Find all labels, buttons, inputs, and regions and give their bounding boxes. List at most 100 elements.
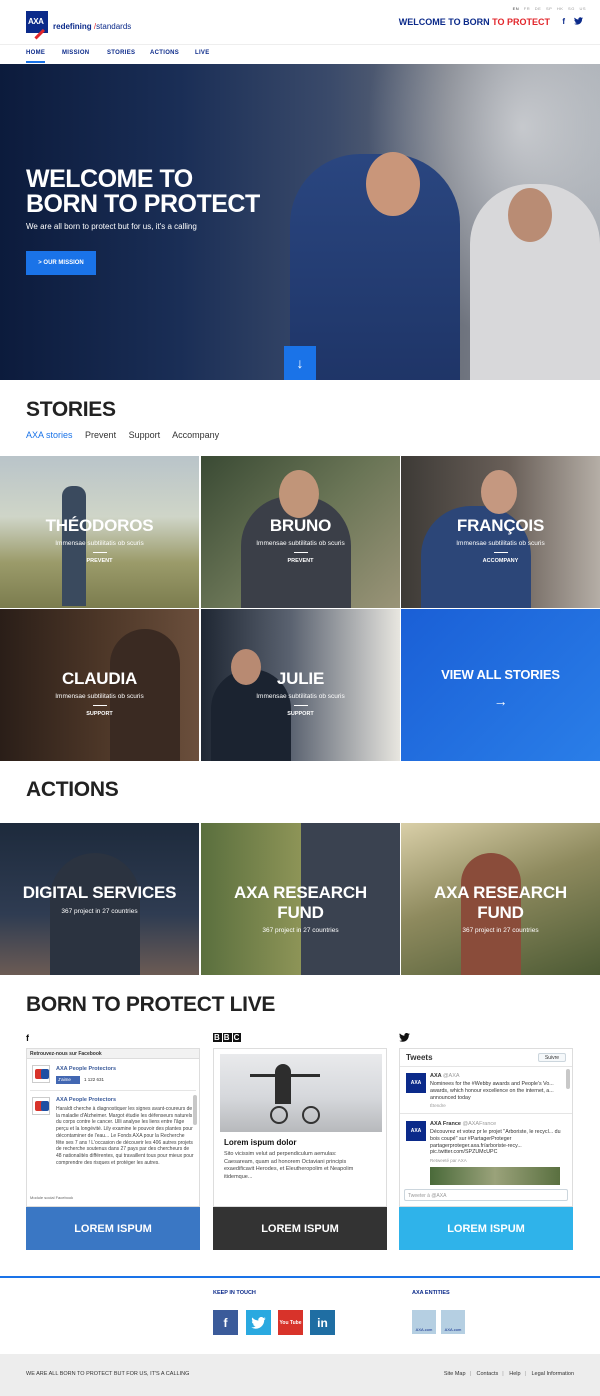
twitter-icon[interactable] — [574, 17, 583, 27]
action-name-line2: FUND — [277, 903, 324, 922]
facebook-icon[interactable]: f — [562, 17, 565, 26]
story-tile-francois[interactable]: FRANÇOIS Immensae subtilitatis ob scuris… — [401, 456, 600, 608]
action-desc: 367 project in 27 countries — [61, 908, 138, 915]
tweet1-expand[interactable]: Étendre — [430, 1103, 446, 1108]
story-tile-claudia[interactable]: CLAUDIA Immensae subtilitatis ob scuris … — [0, 609, 199, 761]
youtube-social-icon[interactable]: You Tube — [278, 1310, 303, 1335]
story-tag: ACCOMPANY — [482, 558, 519, 564]
story-desc: Immensae subtilitatis ob scuris — [55, 540, 144, 547]
nav-live[interactable]: LIVE — [195, 50, 210, 56]
twitter-social-icon[interactable] — [246, 1310, 271, 1335]
header: AXA redefining /standards EN FR DE SP HK… — [0, 0, 600, 44]
story-name: BRUNO — [269, 516, 332, 535]
stories-title: STORIES — [26, 398, 116, 421]
follow-button[interactable]: Suivre — [538, 1053, 566, 1062]
action-tile-research-fund-2[interactable]: AXA RESEARCH FUND 367 project in 27 coun… — [401, 823, 600, 975]
story-name: FRANÇOIS — [456, 516, 545, 535]
story-desc: Immensae subtilitatis ob scuris — [456, 540, 545, 547]
filter-support[interactable]: Support — [129, 430, 161, 440]
twitter-icon — [399, 1032, 410, 1044]
page-name[interactable]: AXA People Protectors — [56, 1066, 116, 1072]
keep-in-touch-label: KEEP IN TOUCH — [213, 1290, 256, 1296]
facebook-widget[interactable]: Retrouvez-nous sur Facebook AXA People P… — [26, 1048, 200, 1207]
post-author[interactable]: AXA People Protectors — [56, 1097, 116, 1103]
bbc-lorem-button[interactable]: LOREM ISPUM — [213, 1207, 387, 1250]
page-avatar — [32, 1065, 50, 1083]
tweet1-author[interactable]: AXA @AXA — [430, 1073, 460, 1079]
filter-axa-stories[interactable]: AXA stories — [26, 430, 73, 440]
header-title: WELCOME TO BORN TO PROTECT — [399, 17, 550, 27]
facebook-social-icon[interactable]: f — [213, 1310, 238, 1335]
nav-actions[interactable]: ACTIONS — [150, 50, 179, 56]
nav-home[interactable]: HOME — [26, 50, 46, 63]
bbc-text: Sito vicissim velut ad perpendiculum aem… — [224, 1151, 354, 1180]
tweet2-image — [430, 1167, 560, 1185]
nav-mission[interactable]: MISSION — [62, 50, 89, 56]
story-tag: SUPPORT — [86, 711, 113, 717]
footer-copyright: WE ARE ALL BORN TO PROTECT BUT FOR US, I… — [26, 1371, 190, 1377]
story-tag: PREVENT — [86, 558, 113, 564]
footer-link-site-map[interactable]: Site Map — [444, 1371, 466, 1377]
scroll-down-arrow-icon[interactable]: ↓ — [284, 346, 316, 380]
logo-text: AXA — [28, 17, 44, 26]
story-tile-bruno[interactable]: BRUNO Immensae subtilitatis ob scuris PR… — [201, 456, 400, 608]
axa-logo[interactable]: AXA — [26, 11, 48, 40]
filter-accompany[interactable]: Accompany — [172, 430, 219, 440]
tweet-input[interactable]: Tweeter à @AXA — [404, 1189, 568, 1201]
footer-link-legal[interactable]: Legal Information — [532, 1371, 575, 1377]
lang-hk[interactable]: HK — [557, 6, 564, 11]
facebook-lorem-button[interactable]: LOREM ISPUM — [26, 1207, 200, 1250]
header-title-red: TO PROTECT — [492, 17, 550, 27]
twitter-lorem-button[interactable]: LOREM ISPUM — [399, 1207, 573, 1250]
tweet2-author[interactable]: AXA France @AXAFrance — [430, 1121, 496, 1127]
tweet2-text: Découvrez et votez pr le projet "Arboris… — [430, 1129, 561, 1156]
filter-prevent[interactable]: Prevent — [85, 430, 116, 440]
bbc-article-image — [220, 1054, 382, 1132]
story-name: JULIE — [276, 669, 325, 688]
linkedin-social-icon[interactable]: in — [310, 1310, 335, 1335]
arrow-right-icon: → — [493, 693, 508, 709]
nav-stories[interactable]: STORIES — [107, 50, 135, 56]
hero-title: WELCOME TO BORN TO PROTECT — [26, 165, 260, 218]
action-tile-digital-services[interactable]: DIGITAL SERVICES 367 project in 27 count… — [0, 823, 199, 975]
footer-links: Site Map | Contacts | Help | Legal Informat… — [443, 1371, 575, 1377]
action-name-line2: FUND — [477, 903, 524, 922]
footer-link-contacts[interactable]: Contacts — [477, 1371, 499, 1377]
axa-entities-label: AXA ENTITIES — [412, 1290, 450, 1296]
lang-sp[interactable]: SP — [546, 6, 552, 11]
bbc-widget[interactable]: Lorem ispum dolor Sito vicissim velut ad… — [213, 1048, 387, 1207]
facebook-widget-footer: Module social Facebook — [30, 1195, 74, 1200]
story-tile-julie[interactable]: JULIE Immensae subtilitatis ob scuris SU… — [201, 609, 400, 761]
story-tag: SUPPORT — [287, 711, 314, 717]
axa-entity-link-1[interactable]: AXA.com — [412, 1310, 436, 1334]
hero-subtitle: We are all born to protect but for us, i… — [26, 222, 197, 231]
footer-link-help[interactable]: Help — [509, 1371, 520, 1377]
tweet2-retweet: Retweeté par AXA — [430, 1158, 467, 1163]
live-title: BORN TO PROTECT LIVE — [26, 993, 276, 1016]
action-tile-research-fund-1[interactable]: AXA RESEARCH FUND 367 project in 27 coun… — [201, 823, 400, 975]
lang-us[interactable]: US — [579, 6, 586, 11]
like-count: 1 122 631 — [84, 1077, 105, 1082]
lang-en[interactable]: EN — [513, 6, 520, 11]
lang-de[interactable]: DE — [535, 6, 542, 11]
lang-sg[interactable]: SG — [568, 6, 575, 11]
action-desc: 367 project in 27 countries — [462, 927, 539, 934]
lang-fr[interactable]: FR — [524, 6, 530, 11]
our-mission-button[interactable]: > OUR MISSION — [26, 251, 96, 275]
twitter-widget[interactable]: Tweets Suivre AXA AXA @AXA Nominees for … — [399, 1048, 573, 1207]
bbc-headline[interactable]: Lorem ispum dolor — [224, 1138, 296, 1147]
main-nav: HOME MISSION STORIES ACTIONS LIVE — [0, 44, 600, 64]
facebook-icon: f — [26, 1033, 29, 1043]
view-all-stories-tile[interactable]: VIEW ALL STORIES → — [401, 609, 600, 761]
language-selector: EN FR DE SP HK SG US — [510, 6, 586, 11]
scrollbar[interactable] — [566, 1069, 570, 1089]
logo-slash — [34, 28, 45, 40]
scrollbar[interactable] — [193, 1095, 197, 1125]
actions-title: ACTIONS — [26, 778, 119, 801]
tagline-rest: standards — [96, 22, 132, 31]
like-button[interactable]: J'aime — [56, 1076, 80, 1084]
story-name: CLAUDIA — [61, 669, 138, 688]
story-tile-theodoros[interactable]: THÉODOROS Immensae subtilitatis ob scuri… — [0, 456, 199, 608]
bbc-icon: BBC — [213, 1033, 242, 1042]
axa-entity-link-2[interactable]: AXA.com — [441, 1310, 465, 1334]
